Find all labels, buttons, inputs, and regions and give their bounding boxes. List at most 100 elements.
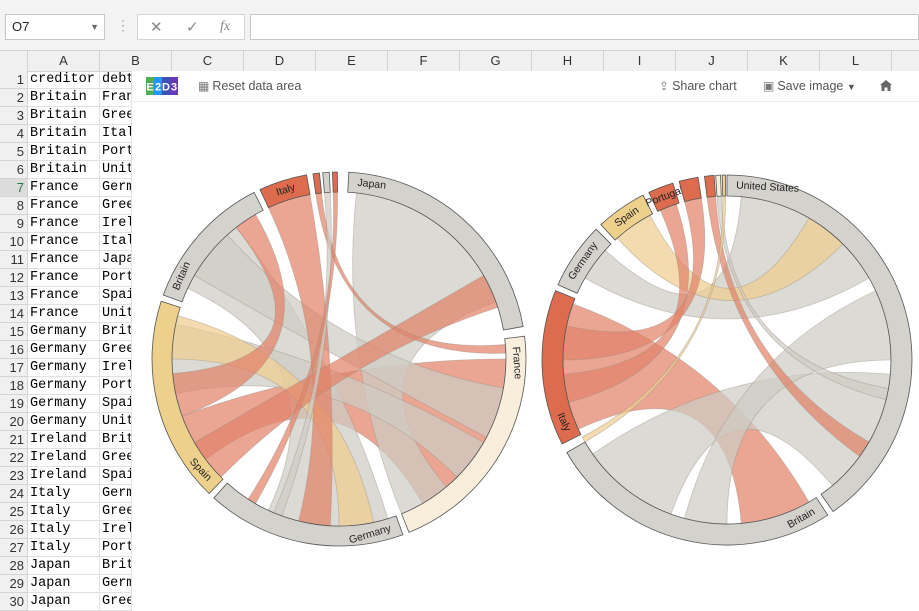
cell[interactable]: Port	[100, 269, 132, 287]
reset-data-area-button[interactable]: ▦ Reset data area	[198, 79, 301, 93]
cell[interactable]: Ireland	[28, 431, 100, 449]
chord-group-arc[interactable]	[332, 171, 338, 193]
name-box[interactable]: O7 ▼	[5, 14, 105, 40]
cancel-icon[interactable]: ✕	[150, 18, 163, 36]
row-header[interactable]: 12	[0, 269, 28, 287]
row-header[interactable]: 25	[0, 503, 28, 521]
row-header[interactable]: 17	[0, 359, 28, 377]
cell[interactable]: Brit	[100, 431, 132, 449]
cell[interactable]: Germany	[28, 323, 100, 341]
column-header-b[interactable]: B	[100, 51, 172, 71]
cell[interactable]: Italy	[28, 539, 100, 557]
row-header[interactable]: 10	[0, 233, 28, 251]
cell[interactable]: Brit	[100, 557, 132, 575]
row-header[interactable]: 1	[0, 71, 28, 89]
cell[interactable]: Germ	[100, 179, 132, 197]
column-header-l[interactable]: L	[820, 51, 892, 71]
chord-group-arc[interactable]	[704, 175, 716, 198]
column-header-d[interactable]: D	[244, 51, 316, 71]
cell[interactable]: Brit	[100, 323, 132, 341]
row-header[interactable]: 20	[0, 413, 28, 431]
cell[interactable]: Germany	[28, 395, 100, 413]
cell[interactable]: Irel	[100, 215, 132, 233]
row-header[interactable]: 26	[0, 521, 28, 539]
row-header[interactable]: 11	[0, 251, 28, 269]
formula-input[interactable]	[250, 14, 919, 40]
row-header[interactable]: 6	[0, 161, 28, 179]
row-header[interactable]: 27	[0, 539, 28, 557]
column-header-j[interactable]: J	[676, 51, 748, 71]
row-header[interactable]: 2	[0, 89, 28, 107]
column-header-i[interactable]: I	[604, 51, 676, 71]
cell[interactable]: Britain	[28, 89, 100, 107]
row-header[interactable]: 15	[0, 323, 28, 341]
cell[interactable]: France	[28, 287, 100, 305]
share-chart-button[interactable]: ⇪ Share chart	[659, 79, 737, 93]
cell[interactable]: France	[28, 197, 100, 215]
cell[interactable]: Ireland	[28, 449, 100, 467]
cell[interactable]: Gree	[100, 503, 132, 521]
cell[interactable]: Germany	[28, 413, 100, 431]
enter-icon[interactable]: ✓	[186, 18, 199, 36]
cell[interactable]: Ital	[100, 125, 132, 143]
row-header[interactable]: 4	[0, 125, 28, 143]
cell[interactable]: Japan	[28, 575, 100, 593]
cell[interactable]: Germany	[28, 377, 100, 395]
cell[interactable]: Irel	[100, 359, 132, 377]
cell[interactable]: creditor	[28, 71, 100, 89]
more-options-icon[interactable]: ⋮	[116, 17, 130, 34]
cell[interactable]: France	[28, 233, 100, 251]
column-header-c[interactable]: C	[172, 51, 244, 71]
cell[interactable]: France	[28, 269, 100, 287]
cell[interactable]: France	[28, 251, 100, 269]
chord-group-arc[interactable]	[312, 172, 322, 195]
cell[interactable]: Italy	[28, 521, 100, 539]
cell[interactable]: Irel	[100, 521, 132, 539]
cell[interactable]: Spai	[100, 287, 132, 305]
cell[interactable]: France	[28, 179, 100, 197]
row-header[interactable]: 16	[0, 341, 28, 359]
cell[interactable]: Italy	[28, 503, 100, 521]
cell[interactable]: Gree	[100, 107, 132, 125]
cell[interactable]: Britain	[28, 125, 100, 143]
cell[interactable]: Unit	[100, 305, 132, 323]
cell[interactable]: Port	[100, 143, 132, 161]
cell[interactable]: debt	[100, 71, 132, 89]
save-image-button[interactable]: ▣ Save image ▼	[763, 79, 856, 93]
cell[interactable]: Germ	[100, 485, 132, 503]
row-header[interactable]: 30	[0, 593, 28, 611]
chord-group-arc[interactable]	[715, 174, 722, 197]
e2d3-logo[interactable]: E 2 D 3	[146, 76, 180, 96]
row-header[interactable]: 24	[0, 485, 28, 503]
cell[interactable]: Britain	[28, 143, 100, 161]
row-header[interactable]: 14	[0, 305, 28, 323]
row-header[interactable]: 21	[0, 431, 28, 449]
row-header[interactable]: 8	[0, 197, 28, 215]
row-header[interactable]: 28	[0, 557, 28, 575]
cell[interactable]: Italy	[28, 485, 100, 503]
column-header-k[interactable]: K	[748, 51, 820, 71]
cell[interactable]: Gree	[100, 341, 132, 359]
chord-group-arc[interactable]	[678, 176, 702, 203]
column-header-e[interactable]: E	[316, 51, 388, 71]
cell[interactable]: Spai	[100, 395, 132, 413]
cell[interactable]: Unit	[100, 161, 132, 179]
row-header[interactable]: 7	[0, 179, 28, 197]
cell[interactable]: Unit	[100, 413, 132, 431]
column-header-g[interactable]: G	[460, 51, 532, 71]
row-header[interactable]: 19	[0, 395, 28, 413]
row-header[interactable]: 29	[0, 575, 28, 593]
home-icon[interactable]	[880, 80, 892, 91]
cell[interactable]: Gree	[100, 593, 132, 611]
cell[interactable]: Britain	[28, 107, 100, 125]
cell[interactable]: Britain	[28, 161, 100, 179]
cell[interactable]: Germany	[28, 359, 100, 377]
row-header[interactable]: 22	[0, 449, 28, 467]
column-header-h[interactable]: H	[532, 51, 604, 71]
function-icon[interactable]: fx	[220, 19, 230, 35]
cell[interactable]: Germ	[100, 575, 132, 593]
column-header-f[interactable]: F	[388, 51, 460, 71]
column-header-a[interactable]: A	[28, 51, 100, 71]
cell[interactable]: Fran	[100, 89, 132, 107]
cell[interactable]: Ireland	[28, 467, 100, 485]
